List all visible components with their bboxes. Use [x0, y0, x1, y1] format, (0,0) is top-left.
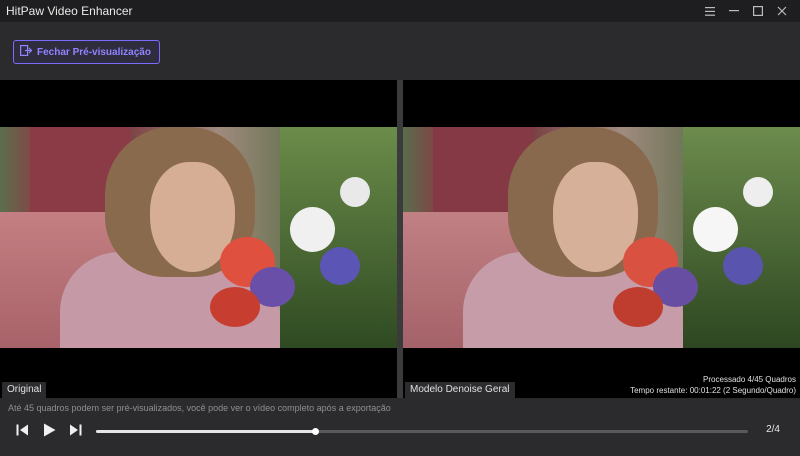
window-controls — [698, 0, 794, 22]
toolbar: Fechar Pré-visualização — [0, 22, 800, 78]
title-bar: HitPaw Video Enhancer — [0, 0, 800, 22]
progress-fill — [96, 430, 316, 433]
play-icon[interactable] — [41, 422, 57, 438]
remaining-time-text: Tempo restante: 00:01:22 (2 Segundo/Quad… — [630, 386, 796, 395]
enhanced-preview-pane: Modelo Denoise Geral Processado 4/45 Qua… — [403, 80, 800, 398]
preview-hint: Até 45 quadros podem ser pré-visualizado… — [8, 403, 391, 413]
processed-frames-text: Processado 4/45 Quadros — [703, 375, 796, 384]
enhanced-video-frame — [403, 127, 800, 348]
previous-frame-icon[interactable] — [14, 422, 30, 438]
progress-thumb[interactable] — [312, 428, 320, 435]
original-label: Original — [2, 382, 47, 398]
maximize-icon[interactable] — [746, 0, 770, 22]
original-preview-pane: Original — [0, 80, 397, 398]
close-preview-label: Fechar Pré-visualização — [37, 46, 151, 58]
model-label: Modelo Denoise Geral — [405, 382, 515, 398]
exit-preview-icon — [20, 45, 33, 59]
progress-track[interactable] — [96, 428, 748, 435]
minimize-icon[interactable] — [722, 0, 746, 22]
preview-area: Original Modelo Denoise Geral Processado… — [0, 78, 800, 398]
original-video-frame — [0, 127, 397, 348]
menu-icon[interactable] — [698, 0, 722, 22]
player-bar: Até 45 quadros podem ser pré-visualizado… — [0, 398, 800, 456]
next-frame-icon[interactable] — [67, 422, 83, 438]
processing-status: Processado 4/45 Quadros Tempo restante: … — [630, 374, 796, 396]
close-icon[interactable] — [770, 0, 794, 22]
close-preview-button[interactable]: Fechar Pré-visualização — [13, 40, 160, 64]
app-title: HitPaw Video Enhancer — [6, 4, 133, 18]
playback-controls: 2/4 — [0, 420, 800, 442]
frame-counter: 2/4 — [766, 424, 780, 435]
